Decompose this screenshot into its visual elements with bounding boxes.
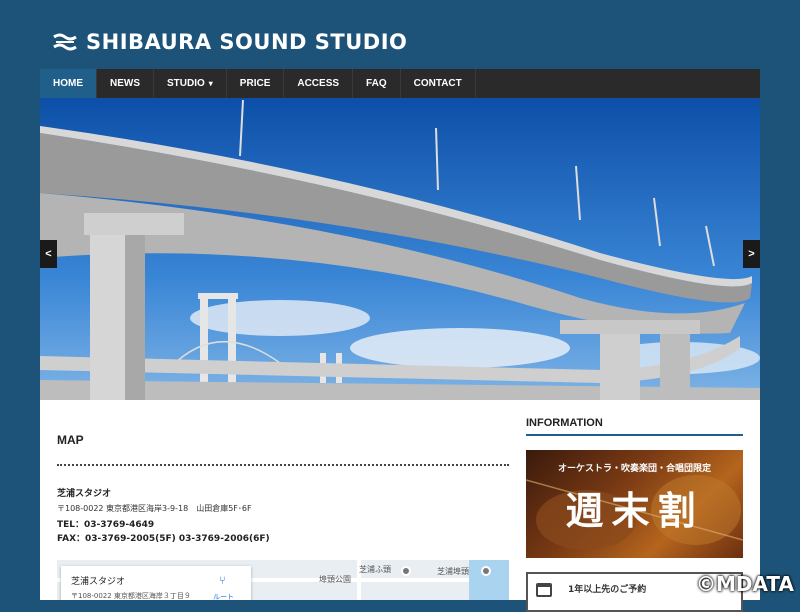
main-content: MAP 芝浦スタジオ 〒108-0022 東京都港区海岸3-9-18 山田倉庫5… (40, 400, 760, 612)
nav-studio-label: STUDIO (167, 78, 205, 89)
nav-home[interactable]: HOME (40, 69, 97, 98)
map-label-wharf: 芝浦埠頭 (437, 567, 469, 576)
studio-fax: FAX：03-3769-2005(5F) 03-3769-2006(6F) (57, 534, 270, 544)
slider-next-button[interactable]: > (743, 240, 760, 268)
map-info-card[interactable]: 芝浦スタジオ 〒108-0022 東京都港区海岸３丁目９ ⑂ ルート (61, 566, 251, 600)
logo-text: SHIBAURA SOUND STUDIO (86, 30, 408, 54)
map-pin-icon[interactable] (401, 566, 411, 576)
map-label-park: 埠頭公園 (319, 575, 351, 584)
slider-prev-button[interactable]: < (40, 240, 57, 268)
studio-name: 芝浦スタジオ (57, 489, 112, 499)
calendar-icon (536, 583, 552, 597)
map-card-address: 〒108-0022 東京都港区海岸３丁目９ (71, 592, 191, 600)
nav-faq[interactable]: FAQ (353, 69, 401, 98)
site-logo[interactable]: SHIBAURA SOUND STUDIO (52, 31, 407, 53)
nav-faq-label: FAQ (366, 78, 387, 89)
information-underline (526, 434, 743, 436)
main-nav: HOME NEWS STUDIO ▾ PRICE ACCESS FAQ CONTA… (40, 69, 760, 99)
information-heading: INFORMATION (526, 417, 603, 429)
map-heading: MAP (57, 433, 84, 447)
studio-address: 〒108-0022 東京都港区海岸3-9-18 山田倉庫5F･6F (57, 504, 252, 513)
hero-slider: < > (40, 98, 760, 400)
nav-studio[interactable]: STUDIO ▾ (154, 69, 227, 98)
banner-subtitle: オーケストラ・吹奏楽団・合唱団限定 (557, 464, 711, 474)
map-pin-icon[interactable] (481, 566, 491, 576)
map-card-name: 芝浦スタジオ (71, 577, 126, 587)
hero-image (40, 98, 760, 400)
nav-access[interactable]: ACCESS (284, 69, 354, 98)
nav-access-label: ACCESS (297, 78, 340, 89)
map-label-pier: 芝浦ふ頭 (359, 565, 391, 574)
chevron-down-icon: ▾ (208, 79, 213, 88)
dotted-divider (57, 464, 509, 466)
nav-news-label: NEWS (110, 78, 140, 89)
watermark: ©MDATA (696, 572, 794, 596)
route-link[interactable]: ルート (213, 592, 234, 600)
logo-mark-icon (53, 33, 77, 51)
weekend-discount-banner[interactable]: オーケストラ・吹奏楽団・合唱団限定 週末割 (526, 450, 743, 558)
studio-tel: TEL：03-3769-4649 (57, 520, 155, 530)
nav-price[interactable]: PRICE (227, 69, 285, 98)
nav-contact-label: CONTACT (413, 78, 462, 89)
nav-home-label: HOME (53, 78, 83, 89)
nav-contact[interactable]: CONTACT (401, 69, 476, 98)
site-header: SHIBAURA SOUND STUDIO (0, 0, 800, 68)
nav-news[interactable]: NEWS (97, 69, 154, 98)
notice-text: 1年以上先のご予約 (568, 585, 647, 595)
route-icon[interactable]: ⑂ (219, 574, 226, 587)
map-embed[interactable]: 埠頭公園 芝浦ふ頭 芝浦埠頭 芝浦スタジオ 〒108-0022 東京都港区海岸３… (57, 560, 509, 600)
banner-title: 週末割 (565, 488, 704, 533)
nav-price-label: PRICE (239, 78, 271, 89)
